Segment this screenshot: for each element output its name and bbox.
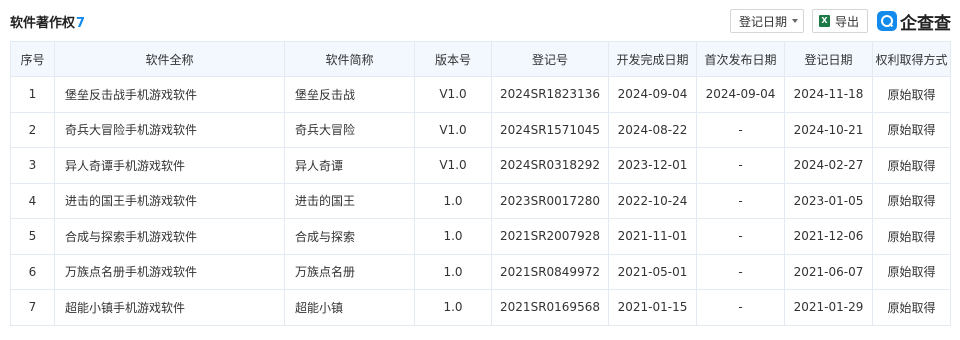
cell-reg-number: 2024SR1571045 bbox=[491, 111, 609, 148]
cell-publish-date: - bbox=[696, 147, 785, 184]
column-header: 软件简称 bbox=[284, 41, 415, 77]
cell-reg-date: 2021-06-07 bbox=[784, 253, 873, 290]
cell-full-name: 异人奇谭手机游戏软件 bbox=[54, 147, 285, 184]
cell-reg-date: 2024-02-27 bbox=[784, 147, 873, 184]
cell-publish-date: - bbox=[696, 218, 785, 255]
cell-publish-date: 2024-09-04 bbox=[696, 76, 785, 113]
cell-publish-date: - bbox=[696, 289, 785, 326]
cell-index: 3 bbox=[10, 147, 55, 184]
cell-full-name: 超能小镇手机游戏软件 bbox=[54, 289, 285, 326]
column-header: 权利取得方式 bbox=[872, 41, 951, 77]
cell-index: 4 bbox=[10, 182, 55, 219]
caret-down-icon bbox=[792, 19, 799, 23]
cell-short-name: 奇兵大冒险 bbox=[284, 111, 415, 148]
cell-index: 5 bbox=[10, 218, 55, 255]
cell-dev-date: 2021-01-15 bbox=[608, 289, 697, 326]
cell-acquisition: 原始取得 bbox=[872, 76, 951, 113]
cell-reg-number: 2024SR1823136 bbox=[491, 76, 609, 113]
cell-short-name: 万族点名册 bbox=[284, 253, 415, 290]
table-row: 3 异人奇谭手机游戏软件 异人奇谭 V1.0 2024SR0318292 202… bbox=[10, 147, 951, 184]
column-header: 版本号 bbox=[414, 41, 492, 77]
cell-full-name: 合成与探索手机游戏软件 bbox=[54, 218, 285, 255]
cell-version: 1.0 bbox=[414, 289, 492, 326]
column-header: 开发完成日期 bbox=[608, 41, 697, 77]
cell-reg-number: 2021SR2007928 bbox=[491, 218, 609, 255]
cell-acquisition: 原始取得 bbox=[872, 182, 951, 219]
record-count: 7 bbox=[76, 16, 86, 31]
cell-short-name: 合成与探索 bbox=[284, 218, 415, 255]
cell-index: 7 bbox=[10, 289, 55, 326]
cell-acquisition: 原始取得 bbox=[872, 218, 951, 255]
excel-icon: X bbox=[819, 15, 830, 27]
cell-version: V1.0 bbox=[414, 76, 492, 113]
cell-version: 1.0 bbox=[414, 218, 492, 255]
cell-full-name: 万族点名册手机游戏软件 bbox=[54, 253, 285, 290]
cell-version: 1.0 bbox=[414, 182, 492, 219]
cell-dev-date: 2023-12-01 bbox=[608, 147, 697, 184]
cell-index: 1 bbox=[10, 76, 55, 113]
table-row: 7 超能小镇手机游戏软件 超能小镇 1.0 2021SR0169568 2021… bbox=[10, 289, 951, 326]
cell-reg-date: 2024-10-21 bbox=[784, 111, 873, 148]
cell-dev-date: 2024-09-04 bbox=[608, 76, 697, 113]
cell-reg-date: 2021-01-29 bbox=[784, 289, 873, 326]
cell-short-name: 进击的国王 bbox=[284, 182, 415, 219]
cell-publish-date: - bbox=[696, 111, 785, 148]
table-row: 1 堡垒反击战手机游戏软件 堡垒反击战 V1.0 2024SR1823136 2… bbox=[10, 76, 951, 113]
cell-reg-date: 2023-01-05 bbox=[784, 182, 873, 219]
cell-reg-number: 2021SR0169568 bbox=[491, 289, 609, 326]
table-row: 2 奇兵大冒险手机游戏软件 奇兵大冒险 V1.0 2024SR1571045 2… bbox=[10, 111, 951, 148]
column-header: 首次发布日期 bbox=[696, 41, 785, 77]
table-row: 5 合成与探索手机游戏软件 合成与探索 1.0 2021SR2007928 20… bbox=[10, 218, 951, 255]
cell-full-name: 堡垒反击战手机游戏软件 bbox=[54, 76, 285, 113]
cell-reg-number: 2021SR0849972 bbox=[491, 253, 609, 290]
cell-acquisition: 原始取得 bbox=[872, 289, 951, 326]
date-sort-dropdown[interactable]: 登记日期 bbox=[730, 9, 804, 33]
cell-version: 1.0 bbox=[414, 253, 492, 290]
cell-reg-number: 2024SR0318292 bbox=[491, 147, 609, 184]
cell-dev-date: 2024-08-22 bbox=[608, 111, 697, 148]
table-row: 6 万族点名册手机游戏软件 万族点名册 1.0 2021SR0849972 20… bbox=[10, 253, 951, 290]
column-header: 序号 bbox=[10, 41, 55, 77]
cell-short-name: 异人奇谭 bbox=[284, 147, 415, 184]
logo-text: 企查查 bbox=[900, 13, 951, 34]
section-header: 软件著作权7 登记日期 X 导出 企查查 bbox=[0, 0, 960, 40]
cell-index: 6 bbox=[10, 253, 55, 290]
cell-version: V1.0 bbox=[414, 111, 492, 148]
export-button[interactable]: X 导出 bbox=[812, 9, 868, 33]
cell-dev-date: 2021-05-01 bbox=[608, 253, 697, 290]
column-header: 登记日期 bbox=[784, 41, 873, 77]
qcc-logo-icon bbox=[877, 11, 897, 31]
section-title-text: 软件著作权 bbox=[10, 16, 76, 31]
cell-acquisition: 原始取得 bbox=[872, 253, 951, 290]
cell-publish-date: - bbox=[696, 253, 785, 290]
cell-index: 2 bbox=[10, 111, 55, 148]
cell-acquisition: 原始取得 bbox=[872, 111, 951, 148]
column-header: 登记号 bbox=[491, 41, 609, 77]
cell-publish-date: - bbox=[696, 182, 785, 219]
software-copyright-table: 序号 软件全称 软件简称 版本号 登记号 开发完成日期 首次发布日期 登记日期 … bbox=[10, 41, 951, 326]
cell-reg-date: 2021-12-06 bbox=[784, 218, 873, 255]
export-label: 导出 bbox=[835, 14, 860, 29]
cell-short-name: 堡垒反击战 bbox=[284, 76, 415, 113]
cell-reg-date: 2024-11-18 bbox=[784, 76, 873, 113]
section-title: 软件著作权7 bbox=[10, 12, 85, 31]
table-header-row: 序号 软件全称 软件简称 版本号 登记号 开发完成日期 首次发布日期 登记日期 … bbox=[10, 41, 951, 77]
cell-reg-number: 2023SR0017280 bbox=[491, 182, 609, 219]
cell-dev-date: 2022-10-24 bbox=[608, 182, 697, 219]
column-header: 软件全称 bbox=[54, 41, 285, 77]
cell-short-name: 超能小镇 bbox=[284, 289, 415, 326]
cell-dev-date: 2021-11-01 bbox=[608, 218, 697, 255]
date-sort-label: 登记日期 bbox=[739, 14, 788, 29]
cell-acquisition: 原始取得 bbox=[872, 147, 951, 184]
qcc-logo: 企查查 bbox=[877, 9, 951, 34]
cell-version: V1.0 bbox=[414, 147, 492, 184]
table-row: 4 进击的国王手机游戏软件 进击的国王 1.0 2023SR0017280 20… bbox=[10, 182, 951, 219]
cell-full-name: 进击的国王手机游戏软件 bbox=[54, 182, 285, 219]
cell-full-name: 奇兵大冒险手机游戏软件 bbox=[54, 111, 285, 148]
